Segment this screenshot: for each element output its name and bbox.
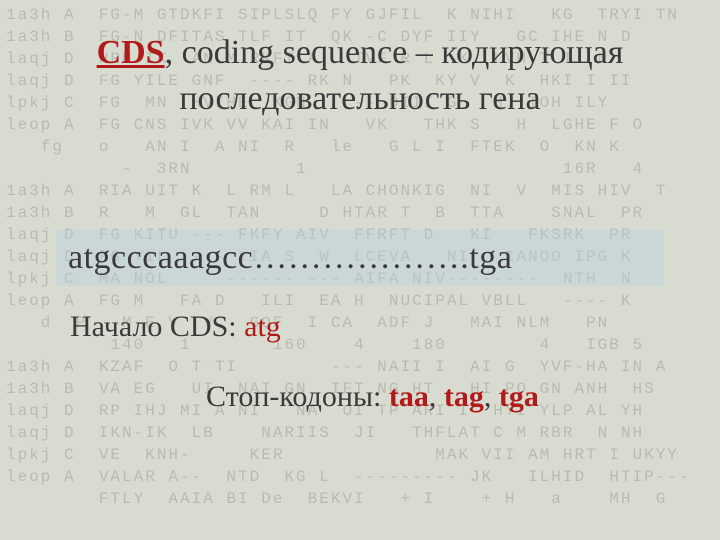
start-codon: atg [244, 310, 281, 343]
title-abbr: CDS [97, 34, 165, 71]
start-label: Начало CDS: [70, 310, 244, 343]
start-codon-line: Начало CDS: atg [70, 310, 281, 344]
slide: 1a3h A FG-M GTDKFI SIPLSLQ FY GJFIL K NI… [0, 0, 720, 540]
slide-title: CDS, coding sequence – кодирующая послед… [0, 30, 720, 122]
sep-1: , [429, 380, 444, 413]
stop-codon-3: tga [499, 380, 539, 413]
title-text: , coding sequence – кодирующая последова… [165, 34, 624, 117]
stop-codons-line: Стоп-кодоны: taa, tag, tga [206, 380, 539, 414]
sep-2: , [484, 380, 499, 413]
stop-codon-1: taa [389, 380, 429, 413]
sequence-text: atgcccaaagcc……………….tga [68, 239, 512, 277]
stop-label: Стоп-кодоны: [206, 380, 389, 413]
stop-codon-2: tag [444, 380, 484, 413]
sequence-box: atgcccaaagcc……………….tga [56, 230, 664, 286]
